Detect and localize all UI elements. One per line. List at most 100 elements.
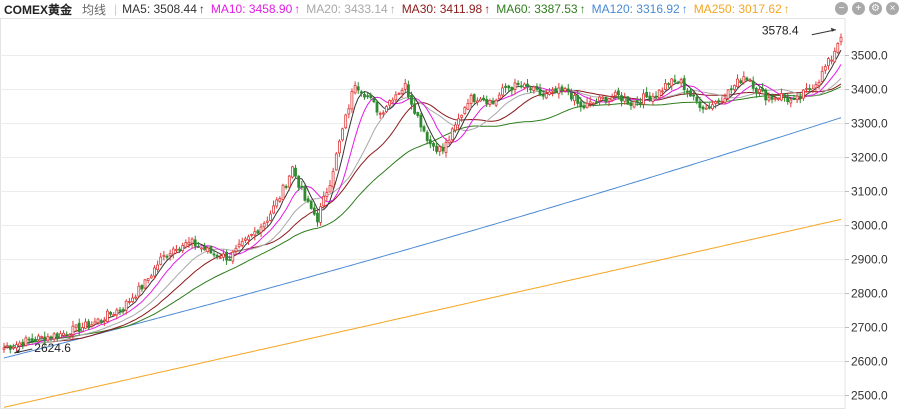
candle-body bbox=[209, 245, 213, 254]
candle-body bbox=[817, 82, 821, 87]
candle-body bbox=[419, 114, 423, 128]
candle-body bbox=[406, 84, 410, 98]
candle-body bbox=[754, 88, 758, 94]
candle-body bbox=[538, 88, 542, 96]
candle-body bbox=[316, 212, 319, 223]
candle-body bbox=[200, 247, 203, 250]
candle-body bbox=[378, 112, 382, 115]
max-arrow-head bbox=[830, 27, 836, 32]
candle-body bbox=[444, 142, 448, 153]
y-tick-label: 2600.0 bbox=[851, 355, 888, 369]
y-tick-label: 2900.0 bbox=[851, 253, 888, 267]
candle-body bbox=[71, 325, 75, 335]
candle-body bbox=[457, 118, 460, 126]
candle-body bbox=[751, 80, 755, 89]
candle-body bbox=[491, 100, 495, 104]
candle-body bbox=[391, 99, 395, 103]
candle-body bbox=[726, 89, 730, 99]
candle-body bbox=[18, 342, 22, 347]
candle-body bbox=[789, 99, 793, 104]
candle-body bbox=[106, 310, 109, 322]
candle-body bbox=[654, 95, 658, 98]
y-tick-label: 2500.0 bbox=[851, 389, 888, 403]
candle-body bbox=[68, 334, 72, 337]
candle-body bbox=[438, 146, 442, 152]
candle-body bbox=[836, 43, 840, 53]
candle-body bbox=[601, 96, 605, 99]
chart: COMEX黄金 均线 | MA5: 3508.44 ↑ MA10: 3458.90… bbox=[0, 0, 900, 409]
candle-body bbox=[363, 94, 366, 98]
candle-body bbox=[742, 76, 746, 83]
ma20-line bbox=[3, 77, 842, 349]
candle-body bbox=[428, 139, 432, 145]
candle-body bbox=[109, 311, 112, 315]
candle-body bbox=[262, 222, 266, 228]
candle-body bbox=[228, 259, 232, 261]
candle-body bbox=[560, 86, 564, 92]
candle-body bbox=[670, 78, 674, 87]
candle-body bbox=[143, 279, 147, 289]
candle-body bbox=[413, 103, 417, 114]
candle-body bbox=[588, 101, 592, 104]
candle-body bbox=[714, 101, 717, 104]
candle-body bbox=[673, 79, 677, 83]
candle-body bbox=[240, 241, 244, 246]
candle-body bbox=[356, 86, 360, 91]
candle-body bbox=[472, 94, 476, 102]
candle-body bbox=[551, 89, 554, 92]
candle-body bbox=[733, 85, 736, 90]
plot-area[interactable]: 2500.0 2600.0 2700.0 2800.0 2900.0 3000.0 3100… bbox=[0, 0, 900, 409]
candle-body bbox=[833, 50, 837, 63]
candle-body bbox=[146, 278, 150, 281]
candle-body bbox=[701, 106, 705, 110]
candle-body bbox=[381, 112, 385, 115]
candle-body bbox=[112, 314, 116, 317]
candle-body bbox=[802, 89, 805, 99]
candle-body bbox=[579, 101, 583, 108]
candle-body bbox=[783, 94, 786, 98]
candle-body bbox=[384, 106, 388, 112]
candle-body bbox=[686, 90, 689, 93]
candle-body bbox=[278, 198, 282, 202]
candle-body bbox=[96, 318, 100, 324]
candle-body bbox=[359, 91, 363, 94]
candle-body bbox=[59, 333, 62, 338]
candle-body bbox=[604, 96, 608, 103]
candle-body bbox=[682, 78, 686, 91]
candle-body bbox=[485, 99, 489, 105]
candle-body bbox=[203, 246, 207, 251]
candle-body bbox=[645, 92, 648, 98]
plot-border bbox=[0, 18, 846, 409]
candle-body bbox=[2, 347, 6, 350]
candle-body bbox=[102, 319, 106, 322]
candle-body bbox=[250, 233, 254, 236]
candle-body bbox=[24, 337, 28, 346]
candle-body bbox=[482, 97, 486, 101]
candle-body bbox=[723, 98, 727, 103]
candle-body bbox=[347, 108, 351, 115]
candle-body bbox=[134, 296, 138, 299]
candle-body bbox=[81, 327, 84, 332]
candle-body bbox=[259, 226, 263, 233]
candle-body bbox=[469, 95, 473, 104]
candle-body bbox=[780, 93, 783, 101]
candle-body bbox=[711, 104, 714, 109]
candle-body bbox=[231, 251, 235, 262]
candle-body bbox=[566, 88, 570, 93]
y-tick-label: 2700.0 bbox=[851, 321, 888, 335]
candle-body bbox=[610, 96, 614, 101]
candle-body bbox=[15, 344, 18, 349]
candle-body bbox=[447, 139, 451, 144]
candle-body bbox=[773, 97, 777, 100]
candle-body bbox=[55, 333, 59, 339]
candle-body bbox=[497, 94, 501, 100]
candle-body bbox=[758, 89, 761, 93]
candle-body bbox=[397, 93, 401, 95]
candle-body bbox=[127, 301, 131, 303]
candle-body bbox=[297, 175, 301, 188]
candle-body bbox=[328, 184, 332, 193]
candle-body bbox=[792, 98, 796, 101]
candle-body bbox=[247, 236, 250, 241]
candle-body bbox=[184, 242, 188, 248]
candle-body bbox=[639, 102, 642, 104]
